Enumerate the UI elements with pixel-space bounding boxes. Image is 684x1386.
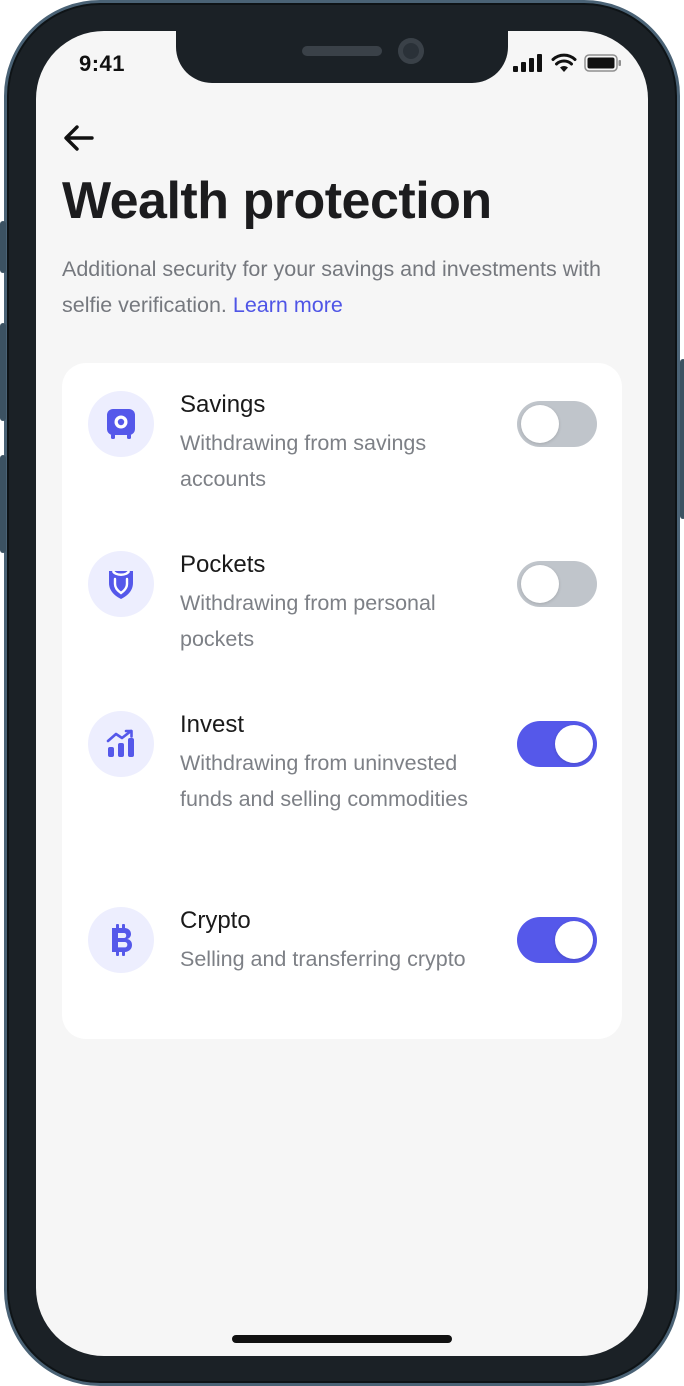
silent-switch <box>0 221 6 273</box>
setting-title: Pockets <box>180 551 266 578</box>
front-camera <box>398 38 424 64</box>
power-button <box>680 359 684 519</box>
crypto-toggle[interactable] <box>517 917 597 963</box>
chart-icon <box>106 729 134 757</box>
setting-row-pockets: Pockets Withdrawing from personal pocket… <box>62 523 622 683</box>
page-title: Wealth protection <box>62 172 492 230</box>
setting-title: Crypto <box>180 907 251 934</box>
toggle-knob <box>521 405 559 443</box>
setting-title: Savings <box>180 391 266 418</box>
volume-down-button <box>0 455 6 553</box>
setting-description: Selling and transferring crypto <box>180 947 466 971</box>
pockets-toggle[interactable] <box>517 561 597 607</box>
volume-up-button <box>0 323 6 421</box>
setting-row-savings: Savings Withdrawing from savings account… <box>62 363 622 523</box>
toggle-knob <box>521 565 559 603</box>
arrow-left-icon <box>64 125 94 151</box>
bitcoin-icon <box>112 924 132 956</box>
pocket-icon <box>109 570 133 599</box>
speaker <box>302 46 382 56</box>
battery-icon <box>584 54 621 72</box>
invest-toggle[interactable] <box>517 721 597 767</box>
safe-icon <box>107 409 135 439</box>
toggle-knob <box>555 921 593 959</box>
setting-description: Withdrawing from uninvested funds and se… <box>180 751 469 811</box>
toggle-knob <box>555 725 593 763</box>
page-subtitle: Additional security for your savings and… <box>62 251 632 323</box>
setting-row-crypto: Crypto Selling and transferring crypto <box>62 879 622 1039</box>
invest-icon-badge <box>88 711 154 777</box>
back-button[interactable] <box>62 123 96 153</box>
savings-icon-badge <box>88 391 154 457</box>
setting-title: Invest <box>180 711 245 738</box>
screen: 9:41 Wealth protection Additional securi… <box>36 31 648 1356</box>
status-time: 9:41 <box>79 51 126 76</box>
home-indicator <box>232 1335 452 1343</box>
crypto-icon-badge <box>88 907 154 973</box>
settings-card: Savings Withdrawing from savings account… <box>62 363 622 1039</box>
wifi-icon <box>551 53 577 72</box>
cellular-signal-icon <box>513 54 542 72</box>
learn-more-link[interactable]: Learn more <box>233 293 343 317</box>
status-icons <box>512 53 622 73</box>
setting-description: Withdrawing from savings accounts <box>180 431 427 491</box>
setting-description: Withdrawing from personal pockets <box>180 591 436 651</box>
setting-row-invest: Invest Withdrawing from uninvested funds… <box>62 683 622 879</box>
pockets-icon-badge <box>88 551 154 617</box>
savings-toggle[interactable] <box>517 401 597 447</box>
notch <box>176 31 508 83</box>
